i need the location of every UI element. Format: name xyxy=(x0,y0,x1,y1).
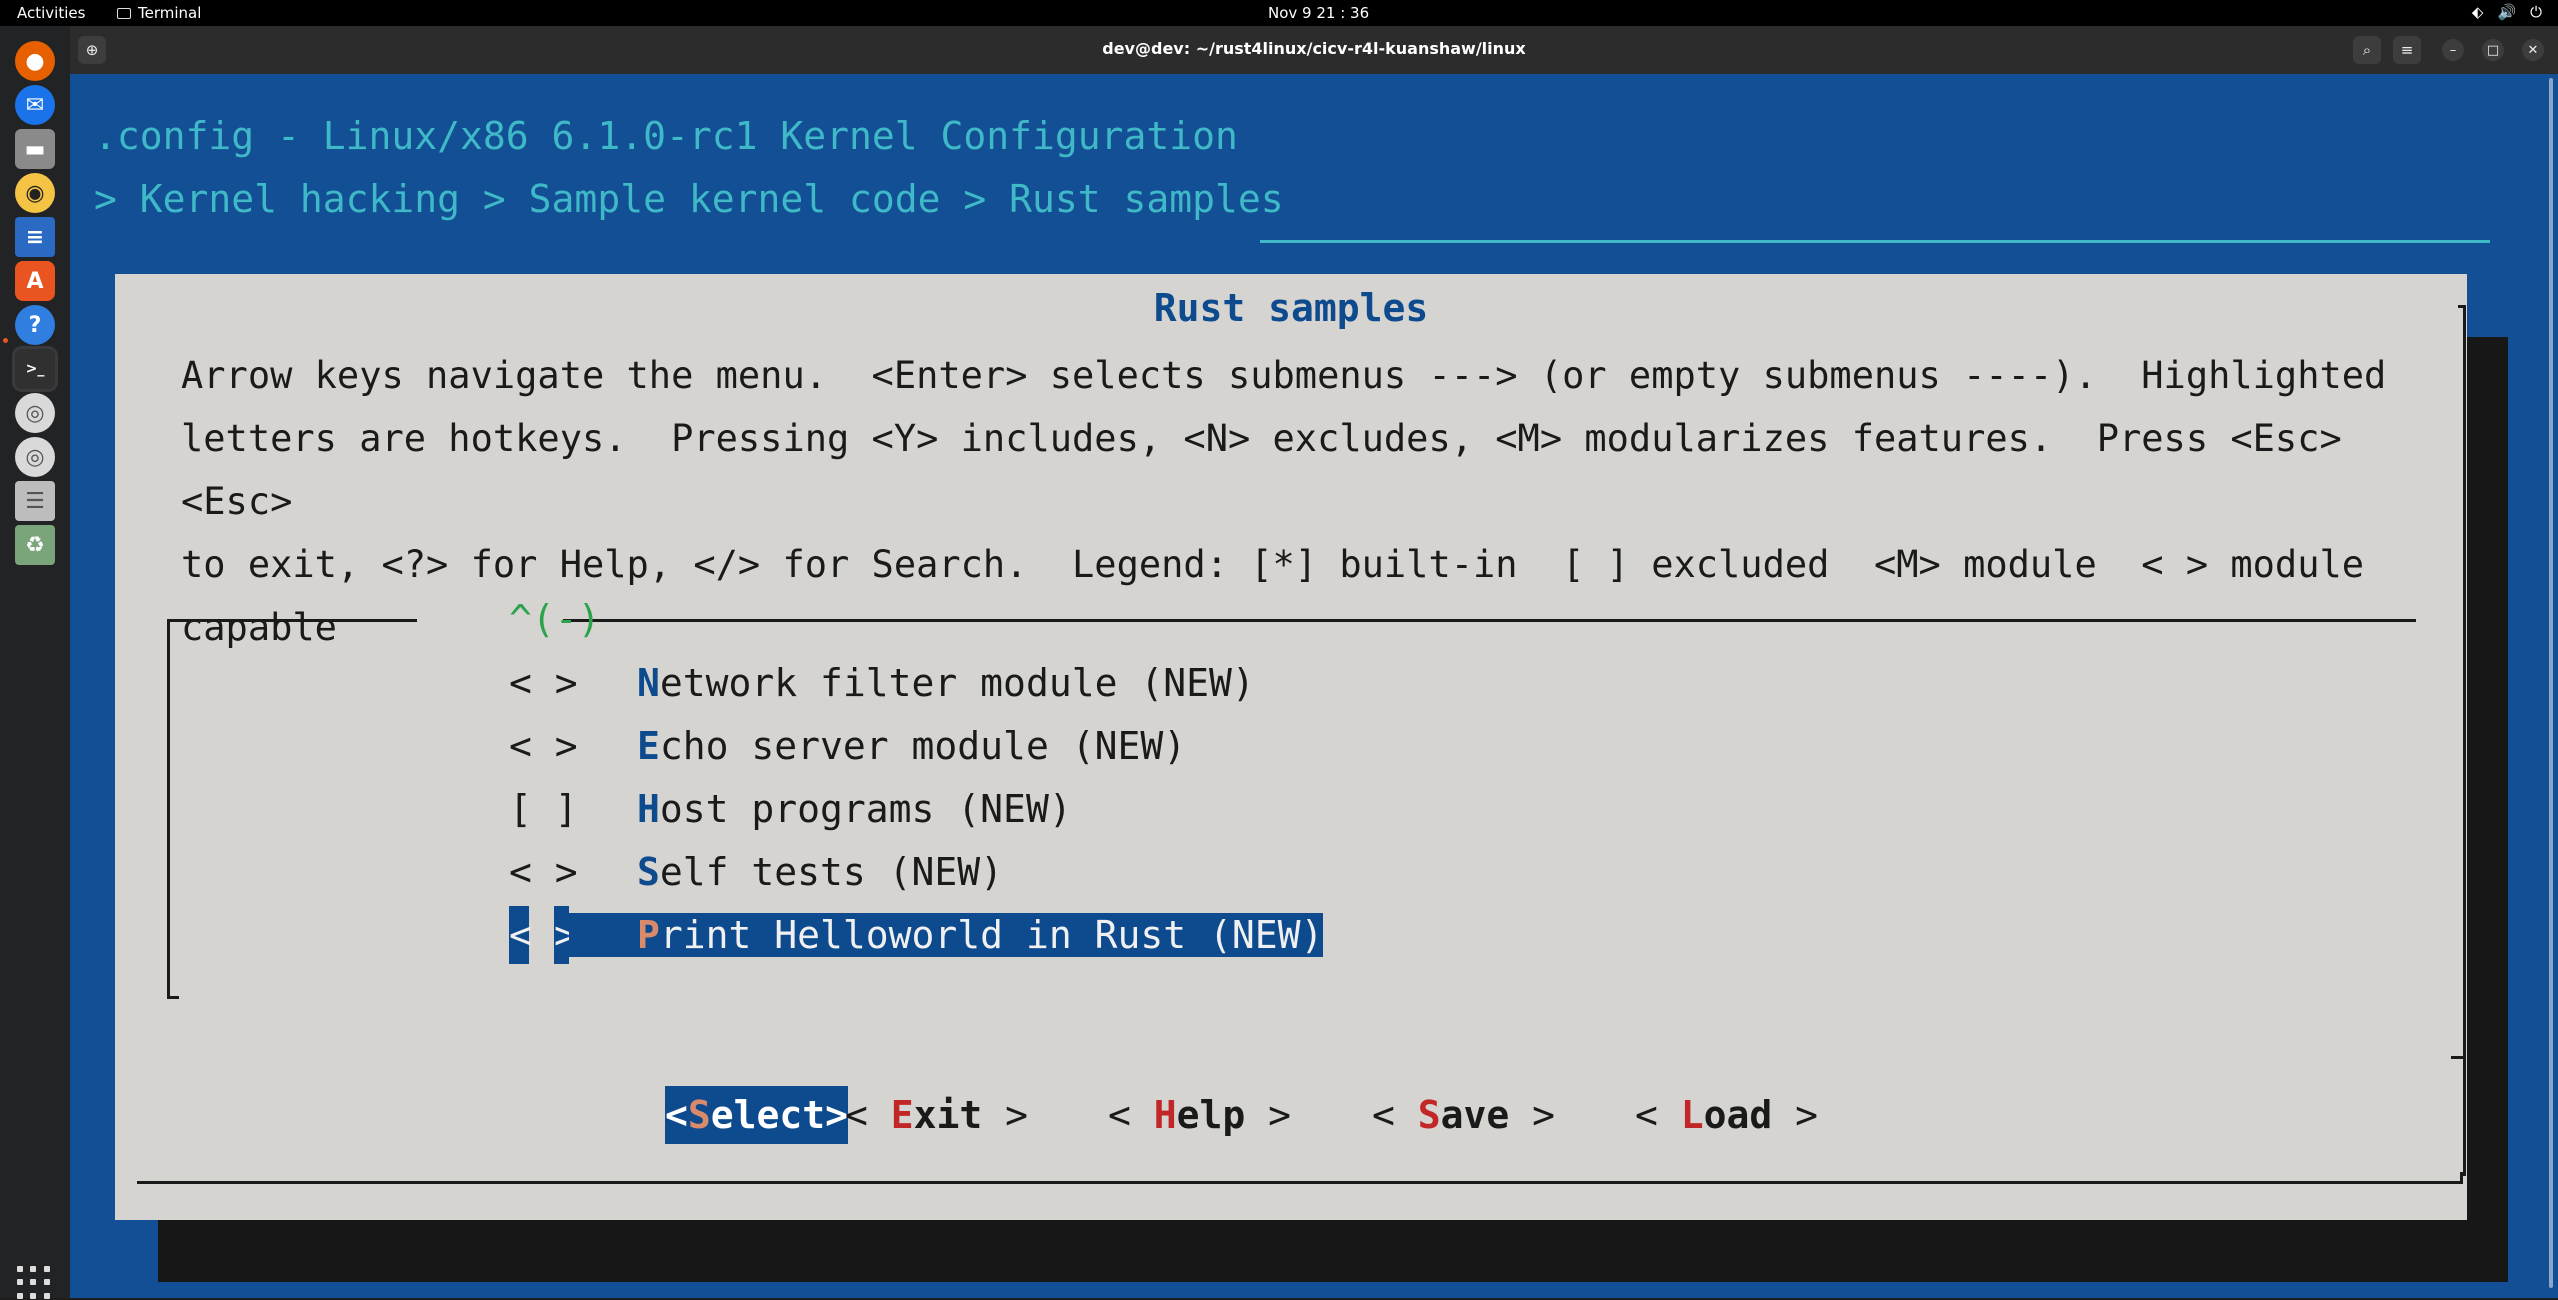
hotkey: S xyxy=(637,850,660,894)
menu-item-label: rint Helloworld in Rust (NEW) xyxy=(659,913,1324,957)
system-tray[interactable]: ⬖ 🔊 ⏻ xyxy=(2472,3,2542,21)
save-button[interactable]: < Save > xyxy=(1372,1086,1555,1144)
dock-terminal[interactable]: >_ xyxy=(12,346,58,392)
scroll-indicator: ^(-) xyxy=(509,597,601,641)
menu-item-label: elf tests (NEW) xyxy=(659,850,1004,894)
option-state[interactable]: < > xyxy=(509,654,578,712)
dock-drive[interactable]: ☰ xyxy=(12,478,58,524)
close-button[interactable]: ✕ xyxy=(2522,39,2544,61)
menu-item-self-tests[interactable]: < > Self tests (NEW) xyxy=(509,843,1003,901)
running-indicator xyxy=(3,338,8,343)
files-icon: ▬ xyxy=(15,129,55,169)
terminal-icon: >_ xyxy=(15,349,55,389)
scrollbar-thumb[interactable] xyxy=(2549,78,2553,1288)
terminal-small-icon xyxy=(117,7,131,19)
dock-files[interactable]: ▬ xyxy=(12,126,58,172)
menu-box-border xyxy=(2451,1056,2463,1059)
search-button[interactable]: ⌕ xyxy=(2353,36,2381,64)
option-state-open[interactable]: < xyxy=(509,906,532,964)
option-state-close: > xyxy=(554,906,577,964)
dock-trash[interactable]: ♻ xyxy=(12,522,58,568)
dock-disc-1[interactable]: ◎ xyxy=(12,390,58,436)
dialog-bottom-border xyxy=(137,1181,2460,1184)
help-icon: ? xyxy=(15,305,55,345)
hotkey: H xyxy=(637,787,660,831)
dock-disc-2[interactable]: ◎ xyxy=(12,434,58,480)
exit-button[interactable]: < Exit > xyxy=(845,1086,1028,1144)
menu-item-label: etwork filter module (NEW) xyxy=(659,661,1255,705)
maximize-button[interactable]: □ xyxy=(2482,39,2504,61)
breadcrumb-rule xyxy=(1260,240,2490,243)
breadcrumb: > Kernel hacking > Sample kernel code > … xyxy=(94,177,1284,221)
dock-firefox[interactable]: ● xyxy=(12,38,58,84)
menu-item-print-helloworld[interactable]: < > Print Helloworld in Rust (NEW) xyxy=(509,906,1324,964)
menu-item-label: ost programs (NEW) xyxy=(659,787,1072,831)
libreoffice-writer-icon: ≡ xyxy=(15,217,55,257)
window-title: dev@dev: ~/rust4linux/cicv-r4l-kuanshaw/… xyxy=(1102,39,1526,58)
app-menu[interactable]: Terminal xyxy=(117,4,201,22)
option-state[interactable]: < > xyxy=(509,717,578,775)
app-name: Terminal xyxy=(138,4,202,22)
menu-item-echo-server[interactable]: < > Echo server module (NEW) xyxy=(509,717,1186,775)
disc-icon: ◎ xyxy=(15,393,55,433)
rhythmbox-icon: ◉ xyxy=(15,173,55,213)
menuconfig-dialog: Rust samples Arrow keys navigate the men… xyxy=(115,274,2467,1220)
config-title: .config - Linux/x86 6.1.0-rc1 Kernel Con… xyxy=(94,114,1238,158)
terminal-scrollbar[interactable] xyxy=(2545,74,2558,1298)
app-center-icon: A xyxy=(15,261,55,301)
help-line: to exit, <?> for Help, </> for Search. L… xyxy=(181,543,2365,586)
top-bar: Activities Terminal Nov 9 21 : 36 ⬖ 🔊 ⏻ xyxy=(0,0,2558,26)
search-icon: ⌕ xyxy=(2362,41,2372,59)
dock-rhythmbox[interactable]: ◉ xyxy=(12,170,58,216)
thunderbird-icon: ✉ xyxy=(15,85,55,125)
menu-item-network-filter[interactable]: < > Network filter module (NEW) xyxy=(509,654,1255,712)
help-line: Arrow keys navigate the menu. <Enter> se… xyxy=(181,354,2387,397)
dock-writer[interactable]: ≡ xyxy=(12,214,58,260)
volume-icon: 🔊 xyxy=(2497,3,2517,21)
hotkey: N xyxy=(637,661,660,705)
button-bar: <Select> < Exit > < Help > < Save > < Lo… xyxy=(115,1086,2467,1146)
menu-item-host-programs[interactable]: [ ] Host programs (NEW) xyxy=(509,780,1072,838)
maximize-icon: □ xyxy=(2486,42,2500,58)
option-state[interactable]: [ ] xyxy=(509,780,578,838)
dialog-title: Rust samples xyxy=(1153,286,1429,330)
close-icon: ✕ xyxy=(2527,42,2539,58)
dock-app-center[interactable]: A xyxy=(12,258,58,304)
trash-icon: ♻ xyxy=(15,525,55,565)
dialog-bottom-border xyxy=(2460,1172,2463,1184)
select-button[interactable]: <Select> xyxy=(665,1086,849,1144)
activities-button[interactable]: Activities xyxy=(17,4,85,22)
option-state[interactable]: < > xyxy=(509,843,578,901)
menu-box-border xyxy=(167,619,170,999)
clock[interactable]: Nov 9 21 : 36 xyxy=(1268,4,1369,22)
window-titlebar[interactable]: ⊕ dev@dev: ~/rust4linux/cicv-r4l-kuansha… xyxy=(70,26,2558,74)
help-line: letters are hotkeys. Pressing <Y> includ… xyxy=(181,417,2342,523)
menu-box-border xyxy=(167,619,417,622)
terminal-window: ⊕ dev@dev: ~/rust4linux/cicv-r4l-kuansha… xyxy=(70,26,2558,1298)
save-drive-icon: ☰ xyxy=(15,481,55,521)
menu-box-border xyxy=(167,996,179,999)
minimize-button[interactable]: – xyxy=(2442,39,2464,61)
menu-button[interactable]: ≡ xyxy=(2393,36,2421,64)
minimize-icon: – xyxy=(2449,42,2457,58)
load-button[interactable]: < Load > xyxy=(1635,1086,1818,1144)
dock: ● ✉ ▬ ◉ ≡ A ? >_ ◎ ◎ ☰ ♻ xyxy=(0,26,70,1300)
help-button[interactable]: < Help > xyxy=(1108,1086,1291,1144)
menu-item-label: cho server module (NEW) xyxy=(659,724,1187,768)
menu-box-border xyxy=(563,619,2416,622)
dock-help[interactable]: ? xyxy=(12,302,58,348)
hamburger-icon: ≡ xyxy=(2400,41,2414,59)
disc-icon-2: ◎ xyxy=(15,437,55,477)
dialog-right-border xyxy=(2463,305,2466,1176)
terminal-content[interactable]: .config - Linux/x86 6.1.0-rc1 Kernel Con… xyxy=(70,74,2545,1298)
hotkey: E xyxy=(637,724,660,768)
hotkey: P xyxy=(637,913,660,957)
network-icon: ⬖ xyxy=(2471,3,2484,21)
dock-thunderbird[interactable]: ✉ xyxy=(12,82,58,128)
power-icon: ⏻ xyxy=(2530,3,2542,21)
firefox-icon: ● xyxy=(15,41,55,81)
show-apps-button[interactable] xyxy=(17,1266,51,1300)
